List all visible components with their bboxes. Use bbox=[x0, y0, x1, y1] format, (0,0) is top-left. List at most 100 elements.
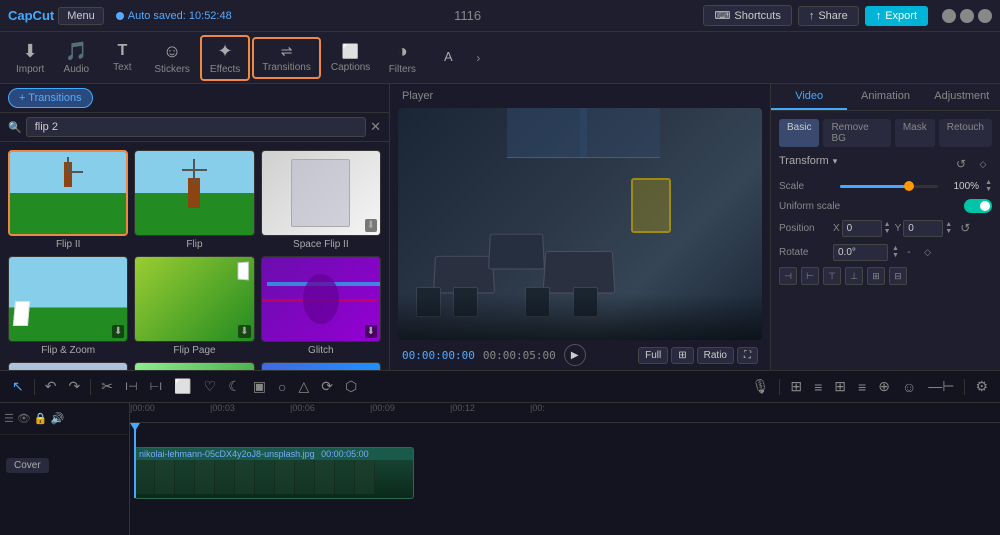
tool-import[interactable]: ⬇ Import bbox=[8, 37, 52, 79]
transition-thumb-extra3[interactable] bbox=[261, 362, 381, 370]
subtab-basic[interactable]: Basic bbox=[779, 119, 819, 147]
subtab-retouch[interactable]: Retouch bbox=[939, 119, 992, 147]
close-button[interactable] bbox=[978, 9, 992, 23]
tool-stickers[interactable]: ☺ Stickers bbox=[146, 37, 198, 79]
position-y-input[interactable] bbox=[903, 220, 943, 237]
align-bottom-button[interactable]: ⊟ bbox=[889, 267, 907, 285]
track-add-video-button[interactable]: ☰ bbox=[4, 412, 14, 425]
crop-tool[interactable]: ⬜ bbox=[170, 376, 195, 397]
trim-start-tool[interactable]: I⊣ bbox=[121, 378, 142, 395]
play-button[interactable]: ▶ bbox=[564, 344, 586, 366]
pos-x-spinner[interactable]: ▲ ▼ bbox=[884, 221, 891, 235]
trim-end-tool[interactable]: ⊢I bbox=[146, 378, 167, 395]
list-item[interactable]: ⬇ Glitch bbox=[261, 256, 381, 356]
video-clip[interactable]: nikolai-lehmann-05cDX4y2oJ8-unsplash.jpg… bbox=[134, 447, 414, 499]
transition-thumb-extra1[interactable] bbox=[8, 362, 128, 370]
tab-animation[interactable]: Animation bbox=[847, 84, 923, 110]
split-tool[interactable]: ✂ bbox=[97, 376, 117, 397]
scale-spinner[interactable]: ▲ ▼ bbox=[985, 179, 992, 193]
transition-thumb-extra2[interactable] bbox=[134, 362, 254, 370]
position-reset-button[interactable]: ↺ bbox=[956, 219, 974, 237]
fullscreen-button[interactable]: ⛶ bbox=[737, 347, 758, 364]
transition-thumb-flip[interactable] bbox=[134, 150, 254, 236]
uniform-scale-toggle[interactable] bbox=[964, 199, 992, 213]
share-button[interactable]: ↑ Share bbox=[798, 6, 859, 26]
undo-button[interactable]: ↶ bbox=[41, 376, 61, 397]
full-button[interactable]: Full bbox=[638, 347, 668, 364]
transform-tool[interactable]: ○ bbox=[274, 377, 290, 397]
tab-adjustment[interactable]: Adjustment bbox=[924, 84, 1000, 110]
ratio-button[interactable]: Ratio bbox=[697, 347, 734, 364]
list-item[interactable]: ⬇ Space Flip II bbox=[261, 150, 381, 250]
rotate-input[interactable] bbox=[833, 244, 888, 261]
minimize-button[interactable] bbox=[942, 9, 956, 23]
list-item[interactable] bbox=[8, 362, 128, 370]
transform-reset-button[interactable]: ↺ bbox=[952, 155, 970, 173]
loop-icon[interactable]: ⊕ bbox=[874, 376, 894, 397]
track-audio-button[interactable]: 🔊 bbox=[51, 412, 65, 425]
rotate-spinner[interactable]: ▲ ▼ bbox=[892, 245, 899, 259]
maximize-button[interactable] bbox=[960, 9, 974, 23]
tool-audio[interactable]: 🎵 Audio bbox=[54, 37, 98, 79]
list-item[interactable] bbox=[134, 362, 254, 370]
subtab-mask[interactable]: Mask bbox=[895, 119, 935, 147]
transition-thumb-flip2[interactable] bbox=[8, 150, 128, 236]
redo-button[interactable]: ↷ bbox=[64, 376, 84, 397]
track-lock-button[interactable]: 🔒 bbox=[34, 412, 48, 425]
tool-filters[interactable]: ◑ Filters bbox=[380, 37, 424, 79]
list-item[interactable]: Flip II bbox=[8, 150, 128, 250]
rotate-reset-button[interactable]: ◇ bbox=[919, 243, 937, 261]
fit-icon[interactable]: ⊞ bbox=[671, 347, 693, 364]
lock-icon[interactable]: ≡ bbox=[854, 377, 870, 397]
export-button[interactable]: ↑ Export bbox=[865, 6, 928, 26]
rotate-tool[interactable]: ⟳ bbox=[317, 376, 337, 397]
spin-up-icon[interactable]: ▲ bbox=[985, 179, 992, 186]
transition-thumb-flippage[interactable]: ⬇ bbox=[134, 256, 254, 342]
search-input[interactable] bbox=[26, 117, 366, 137]
tab-video[interactable]: Video bbox=[771, 84, 847, 110]
tool-effects[interactable]: ✦ Effects bbox=[200, 35, 250, 81]
volume-icon[interactable]: —⊢ bbox=[924, 376, 958, 397]
tool-captions[interactable]: ⬜ Captions bbox=[323, 39, 378, 77]
tool-transitions[interactable]: ⇌ Transitions bbox=[252, 37, 321, 79]
toolbar-expand-icon[interactable]: › bbox=[472, 47, 484, 69]
list-item[interactable]: ⬇ Flip Page bbox=[134, 256, 254, 356]
emoji-icon[interactable]: ☺ bbox=[898, 377, 920, 397]
freeze-tool[interactable]: ▣ bbox=[249, 376, 270, 397]
list-item[interactable]: Flip bbox=[134, 150, 254, 250]
tool-more[interactable]: A bbox=[426, 45, 470, 70]
magnet-icon[interactable]: ⊞ bbox=[786, 376, 806, 397]
settings-icon[interactable]: ⚙ bbox=[971, 376, 992, 397]
tool-text[interactable]: T Text bbox=[100, 38, 144, 77]
mic-icon[interactable]: 🎙 bbox=[748, 376, 774, 397]
transform-options-button[interactable]: ◇ bbox=[974, 155, 992, 173]
shortcuts-button[interactable]: ⌨ Shortcuts bbox=[703, 5, 791, 26]
search-clear-icon[interactable]: ✕ bbox=[370, 119, 381, 135]
transitions-tab[interactable]: + Transitions bbox=[8, 88, 93, 108]
motion-tool[interactable]: △ bbox=[294, 376, 313, 397]
unlink-icon[interactable]: ⊞ bbox=[830, 376, 850, 397]
position-x-input[interactable] bbox=[842, 220, 882, 237]
align-center-h-button[interactable]: ⊢ bbox=[801, 267, 819, 285]
spin-down-icon[interactable]: ▼ bbox=[985, 186, 992, 193]
more-tool[interactable]: ⬡ bbox=[341, 376, 361, 397]
track-eye-button[interactable]: 👁 bbox=[17, 412, 31, 425]
scale-slider[interactable] bbox=[840, 185, 938, 188]
cursor-tool[interactable]: ↖ bbox=[8, 376, 28, 397]
transition-thumb-spaceflip2[interactable]: ⬇ bbox=[261, 150, 381, 236]
list-item[interactable] bbox=[261, 362, 381, 370]
link-icon[interactable]: ≡ bbox=[810, 377, 826, 397]
timeline-ruler[interactable]: |00:00 |00:03 |00:06 |00:09 |00:12 |00: … bbox=[130, 403, 1000, 535]
pos-y-spinner[interactable]: ▲ ▼ bbox=[945, 221, 952, 235]
align-left-button[interactable]: ⊣ bbox=[779, 267, 797, 285]
transition-thumb-glitch[interactable]: ⬇ bbox=[261, 256, 381, 342]
align-center-v-button[interactable]: ⊞ bbox=[867, 267, 885, 285]
transition-thumb-flipzoom[interactable]: ⬇ bbox=[8, 256, 128, 342]
subtab-removebg[interactable]: Remove BG bbox=[823, 119, 890, 147]
favorite-tool[interactable]: ♡ bbox=[200, 376, 221, 397]
mask-tool[interactable]: ☾ bbox=[224, 376, 245, 397]
menu-button[interactable]: Menu bbox=[58, 7, 104, 25]
align-top-button[interactable]: ⊥ bbox=[845, 267, 863, 285]
list-item[interactable]: ⬇ Flip & Zoom bbox=[8, 256, 128, 356]
align-right-button[interactable]: ⊤ bbox=[823, 267, 841, 285]
